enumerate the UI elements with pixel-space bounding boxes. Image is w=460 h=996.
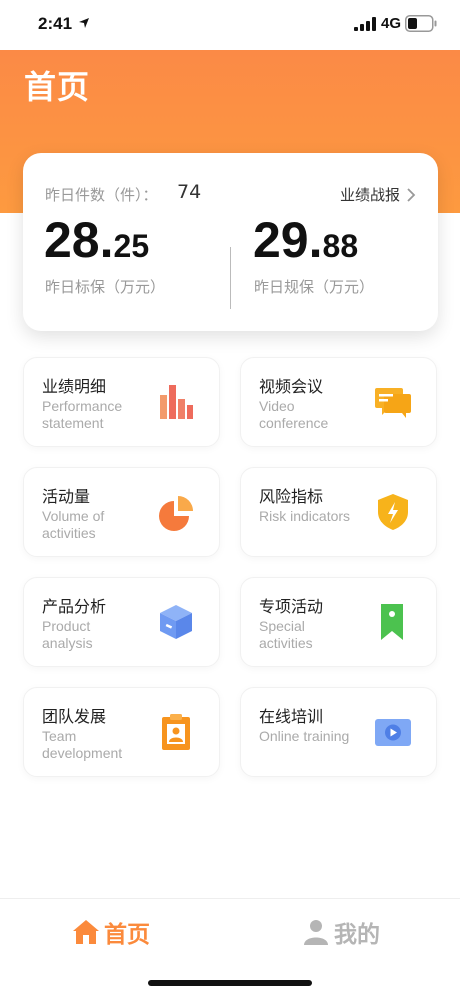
tile-subtitle: Online training — [259, 728, 350, 744]
bar-chart-icon — [160, 385, 193, 419]
tile-subtitle: Team development — [42, 728, 123, 761]
bookmark-flag-icon — [381, 604, 403, 640]
pie-chart-icon — [159, 496, 193, 531]
network-type: 4G — [381, 15, 402, 32]
standard-premium-value: 28.25 — [44, 211, 149, 269]
scale-premium-label: 昨日规保（万元） — [254, 278, 375, 296]
yesterday-count-value: 74 — [177, 181, 202, 203]
standard-premium-label: 昨日标保（万元） — [45, 278, 166, 296]
tile-video-conference[interactable]: 视频会议 Video conference — [240, 357, 437, 447]
chat-bubble-icon — [375, 388, 411, 418]
tile-subtitle: Performance statement — [42, 398, 123, 431]
cube-icon — [160, 605, 192, 639]
tile-subtitle: Risk indicators — [259, 508, 351, 524]
tile-subtitle: Special activities — [259, 618, 313, 651]
tile-volume-of-activities[interactable]: 活动量 Volume of activities — [23, 467, 220, 557]
tab-home-label: 首页 — [104, 922, 150, 948]
tile-team-development[interactable]: 团队发展 Team development — [23, 687, 220, 777]
chevron-right-icon — [407, 187, 416, 202]
tile-subtitle: Video conference — [259, 398, 329, 431]
performance-report-link[interactable]: 业绩战报 — [340, 184, 416, 205]
tile-title: 风险指标 — [259, 487, 324, 506]
tile-subtitle: Product analysis — [42, 618, 93, 651]
card-divider — [230, 247, 231, 309]
battery-icon — [405, 15, 437, 32]
tile-title: 专项活动 — [259, 597, 324, 616]
tile-title: 视频会议 — [259, 377, 324, 396]
id-badge-icon — [162, 714, 190, 750]
standard-premium-int: 28. — [44, 212, 114, 268]
yesterday-count-label: 昨日件数（件）： — [45, 186, 158, 204]
scale-premium-dec: 88 — [322, 228, 359, 264]
tab-home[interactable]: 首页 — [72, 915, 150, 949]
tile-title: 业绩明细 — [42, 377, 107, 396]
tile-online-training[interactable]: 在线培训 Online training — [240, 687, 437, 777]
home-indicator — [148, 980, 312, 986]
scale-premium-int: 29. — [253, 212, 323, 268]
user-icon — [304, 920, 328, 945]
tile-risk-indicators[interactable]: 风险指标 Risk indicators — [240, 467, 437, 557]
status-bar: 2:41 4G — [0, 0, 460, 50]
tile-special-activities[interactable]: 专项活动 Special activities — [240, 577, 437, 667]
status-time: 2:41 — [38, 14, 73, 33]
page-title: 首页 — [24, 68, 91, 106]
tile-product-analysis[interactable]: 产品分析 Product analysis — [23, 577, 220, 667]
tile-title: 在线培训 — [259, 707, 324, 726]
summary-card: 昨日件数（件）： 74 业绩战报 28.25 昨日标保（万元） 29.88 昨日… — [23, 153, 438, 331]
tab-mine-label: 我的 — [334, 922, 380, 948]
home-icon — [73, 920, 99, 944]
shield-icon — [378, 494, 408, 530]
scale-premium-value: 29.88 — [253, 211, 358, 269]
tab-mine[interactable]: 我的 — [302, 915, 380, 949]
performance-report-label: 业绩战报 — [339, 186, 400, 204]
tile-title: 团队发展 — [42, 707, 107, 726]
standard-premium-dec: 25 — [113, 228, 150, 264]
tile-title: 活动量 — [42, 487, 91, 506]
tile-subtitle: Volume of activities — [42, 508, 105, 541]
video-play-icon — [375, 719, 411, 746]
tile-performance-statement[interactable]: 业绩明细 Performance statement — [23, 357, 220, 447]
signal-icon — [354, 17, 376, 31]
location-arrow-icon — [79, 18, 89, 28]
tile-title: 产品分析 — [42, 597, 107, 616]
